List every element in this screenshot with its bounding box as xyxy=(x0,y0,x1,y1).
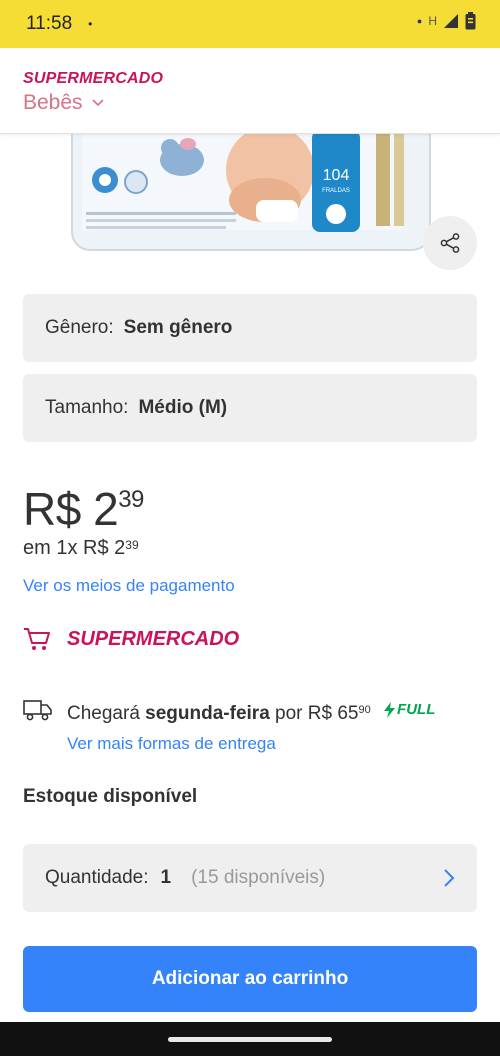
quantity-available: (15 disponíveis) xyxy=(191,867,326,888)
attribute-size-label: Tamanho: xyxy=(45,397,129,418)
attribute-size-value: Médio (M) xyxy=(138,397,228,418)
price-currency: R$ xyxy=(23,483,81,535)
store-brand-title[interactable]: SUPERMERCADO xyxy=(23,70,163,88)
add-to-cart-button[interactable]: Adicionar ao carrinho xyxy=(23,946,477,1012)
app-header: SUPERMERCADO Bebês xyxy=(0,48,500,134)
home-gesture-handle[interactable] xyxy=(168,1037,332,1042)
attribute-gender[interactable]: Gênero: Sem gênero xyxy=(23,294,477,362)
installment-cents: 39 xyxy=(125,538,139,552)
shipping-day: segunda-feira xyxy=(145,703,270,724)
system-nav-bar xyxy=(0,1022,500,1056)
price: R$ 239 xyxy=(23,482,144,536)
status-dot-icon: ● xyxy=(416,16,423,26)
share-button[interactable] xyxy=(423,216,477,270)
status-icons: ● H xyxy=(417,12,476,30)
category-label: Bebês xyxy=(23,91,83,114)
installment-info: em 1x R$ 239 xyxy=(23,537,139,560)
battery-icon xyxy=(465,12,476,30)
chevron-down-icon xyxy=(91,99,104,107)
lightning-icon xyxy=(384,702,396,718)
price-integer: 2 xyxy=(93,483,119,535)
shipping-info: Chegará segunda-feira por R$ 6590 FULL xyxy=(23,698,483,727)
full-badge-label: FULL xyxy=(397,701,436,718)
cart-icon xyxy=(24,628,50,650)
seller-name: SUPERMERCADO xyxy=(67,627,240,650)
network-type: H xyxy=(428,14,437,28)
attribute-size[interactable]: Tamanho: Médio (M) xyxy=(23,374,477,442)
product-image[interactable]: 104 FRALDAS xyxy=(70,130,432,255)
shipping-text: Chegará segunda-feira por R$ 6590 FULL xyxy=(67,698,435,727)
shipping-cents: 90 xyxy=(358,704,371,716)
svg-text:104: 104 xyxy=(323,167,350,184)
category-dropdown[interactable]: Bebês xyxy=(23,91,105,115)
quantity-label: Quantidade: xyxy=(45,867,149,888)
signal-icon xyxy=(444,14,458,28)
shipping-price: por R$ 65 xyxy=(275,703,359,724)
svg-text:FRALDAS: FRALDAS xyxy=(322,188,350,194)
quantity-selector[interactable]: Quantidade: 1 (15 disponíveis) xyxy=(23,844,477,912)
full-badge: FULL xyxy=(384,697,435,723)
share-icon xyxy=(440,233,460,253)
truck-icon xyxy=(23,700,52,721)
seller-row[interactable]: SUPERMERCADO xyxy=(23,626,239,652)
status-bar: 11:58 • ● H xyxy=(0,0,500,48)
status-time: 11:58 xyxy=(26,13,73,34)
status-notification-dot: • xyxy=(88,17,93,31)
shipping-options-link[interactable]: Ver mais formas de entrega xyxy=(67,734,276,754)
price-cents: 39 xyxy=(118,486,144,513)
installment-text: em 1x R$ 2 xyxy=(23,537,126,559)
stock-title: Estoque disponível xyxy=(23,786,198,807)
attribute-gender-label: Gênero: xyxy=(45,317,114,338)
payment-methods-link[interactable]: Ver os meios de pagamento xyxy=(23,576,235,596)
quantity-value: 1 xyxy=(160,867,172,888)
attribute-gender-value: Sem gênero xyxy=(123,317,233,338)
shipping-prefix: Chegará xyxy=(67,703,140,724)
chevron-right-icon xyxy=(444,869,455,887)
